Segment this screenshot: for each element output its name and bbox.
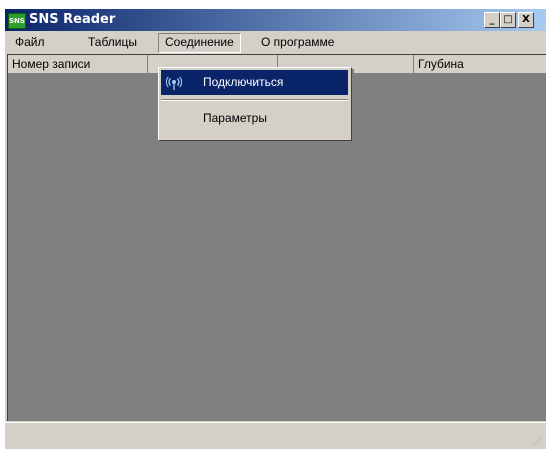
minimize-button[interactable]: _ [484,12,500,28]
column-header-record-number[interactable]: Номер записи [8,55,148,73]
menu-file[interactable]: Файл [9,33,51,51]
antenna-icon [166,76,182,90]
status-bar: ⋰ [5,422,546,449]
menu-bar: Файл Таблицы Соединение О программе [5,31,546,53]
title-bar[interactable]: SNS SNS Reader _ □ X [5,9,546,31]
menu-item-connect-label: Подключиться [203,75,284,89]
close-button[interactable]: X [518,12,534,28]
menu-separator [161,99,348,101]
menu-item-connect[interactable]: Подключиться [161,70,348,95]
column-header-depth[interactable]: Глубина [414,55,546,73]
maximize-button[interactable]: □ [500,12,516,28]
menu-tables[interactable]: Таблицы [82,33,143,51]
app-icon: SNS [8,13,26,29]
menu-item-parameters[interactable]: Параметры [161,106,348,131]
menu-connection[interactable]: Соединение [158,33,241,53]
window-title: SNS Reader [29,12,116,27]
resize-grip-icon[interactable]: ⋰ [533,436,543,446]
connection-dropdown-menu: Подключиться Параметры [158,67,352,141]
menu-about[interactable]: О программе [255,33,340,51]
menu-item-parameters-label: Параметры [203,111,267,125]
